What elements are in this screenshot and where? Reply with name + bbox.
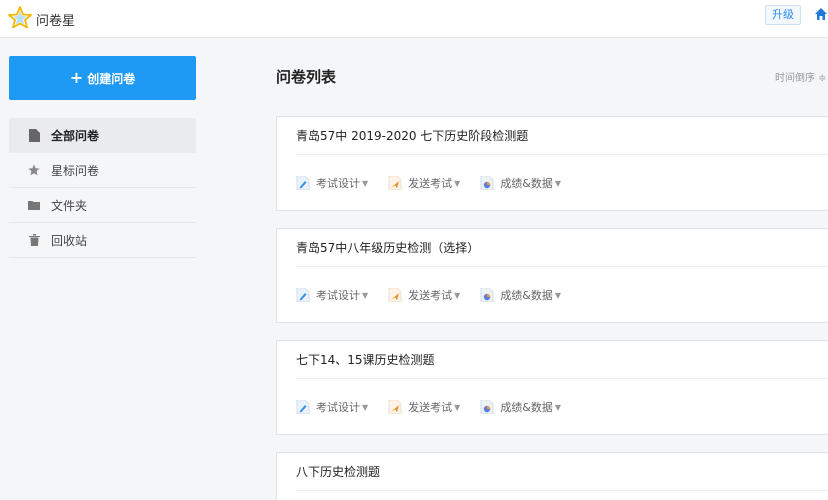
chevron-down-icon: ▼ — [454, 290, 461, 300]
divider — [296, 266, 828, 267]
sidebar-item-trash[interactable]: 回收站 — [9, 223, 196, 258]
sidebar-item-label: 全部问卷 — [51, 129, 100, 143]
exam-design-button[interactable]: 考试设计 ▼ — [296, 287, 368, 303]
exam-design-button[interactable]: 考试设计 ▼ — [296, 399, 368, 415]
create-survey-button[interactable]: + 创建问卷 — [9, 56, 196, 100]
action-label: 考试设计 — [316, 177, 360, 190]
send-exam-button[interactable]: 发送考试 ▼ — [388, 175, 460, 191]
action-label: 成绩&数据 — [500, 289, 553, 302]
chart-icon — [480, 400, 494, 414]
chevron-down-icon: ▼ — [554, 290, 562, 300]
sidebar-item-starred[interactable]: 星标问卷 — [9, 153, 196, 188]
results-data-button[interactable]: 成绩&数据 ▼ — [480, 399, 561, 415]
survey-card: 八下历史检测题 — [276, 452, 828, 500]
results-data-button[interactable]: 成绩&数据 ▼ — [480, 175, 561, 191]
page-title: 问卷列表 — [276, 68, 337, 86]
survey-card: 青岛57中八年级历史检测（选择） 考试设计 ▼ 发送考试 ▼ 成绩&数据 ▼ — [276, 228, 828, 323]
action-label: 发送考试 — [408, 177, 453, 190]
pencil-icon — [296, 176, 310, 190]
action-label: 考试设计 — [316, 289, 360, 302]
sort-dropdown[interactable]: 时间倒序 ≑ — [775, 69, 827, 84]
sidebar-item-label: 文件夹 — [51, 198, 88, 213]
sidebar-item-folders[interactable]: 文件夹 — [9, 188, 196, 223]
send-icon — [388, 288, 402, 302]
chevron-down-icon: ▼ — [454, 178, 461, 188]
sidebar-item-all-surveys[interactable]: 全部问卷 — [9, 118, 196, 153]
action-label: 成绩&数据 — [500, 401, 553, 414]
sidebar-nav: 全部问卷 星标问卷 文件夹 回收站 — [9, 118, 196, 258]
survey-actions: 考试设计 ▼ 发送考试 ▼ 成绩&数据 ▼ — [296, 175, 581, 191]
pencil-icon — [296, 288, 310, 302]
create-survey-label: 创建问卷 — [87, 71, 136, 86]
survey-title[interactable]: 青岛57中 2019-2020 七下历史阶段检测题 — [296, 127, 528, 144]
chevron-down-icon: ▼ — [554, 178, 562, 188]
send-exam-button[interactable]: 发送考试 ▼ — [388, 287, 460, 303]
send-exam-button[interactable]: 发送考试 ▼ — [388, 399, 460, 415]
trash-icon — [27, 233, 41, 247]
upgrade-button[interactable]: 升级 — [765, 5, 801, 25]
app-logo[interactable]: 问卷星 — [8, 6, 75, 32]
star-logo-icon — [8, 6, 32, 32]
send-icon — [388, 176, 402, 190]
action-label: 发送考试 — [408, 401, 453, 414]
document-icon — [27, 129, 41, 143]
survey-title[interactable]: 青岛57中八年级历史检测（选择） — [296, 239, 479, 256]
exam-design-button[interactable]: 考试设计 ▼ — [296, 175, 368, 191]
results-data-button[interactable]: 成绩&数据 ▼ — [480, 287, 561, 303]
star-icon — [27, 163, 41, 177]
divider — [296, 154, 828, 155]
chevron-down-icon: ▼ — [362, 290, 369, 300]
plus-icon: + — [69, 68, 84, 87]
survey-actions: 考试设计 ▼ 发送考试 ▼ 成绩&数据 ▼ — [296, 399, 581, 415]
send-icon — [388, 400, 402, 414]
chevron-down-icon: ▼ — [362, 402, 369, 412]
home-icon[interactable] — [814, 6, 828, 25]
pencil-icon — [296, 400, 310, 414]
chevron-down-icon: ▼ — [362, 178, 369, 188]
sidebar: + 创建问卷 全部问卷 星标问卷 文件夹 回收站 — [0, 38, 210, 500]
action-label: 成绩&数据 — [500, 177, 553, 190]
chevron-down-icon: ▼ — [554, 402, 562, 412]
app-name: 问卷星 — [36, 13, 76, 29]
survey-card: 七下14、15课历史检测题 考试设计 ▼ 发送考试 ▼ 成绩&数据 ▼ — [276, 340, 828, 435]
survey-title[interactable]: 八下历史检测题 — [296, 463, 380, 480]
chart-icon — [480, 176, 494, 190]
top-bar: 问卷星 升级 — [0, 0, 828, 38]
divider — [296, 378, 828, 379]
chevron-down-icon: ▼ — [454, 402, 461, 412]
divider — [296, 490, 828, 491]
sidebar-item-label: 回收站 — [51, 233, 88, 248]
survey-title[interactable]: 七下14、15课历史检测题 — [296, 351, 435, 368]
sidebar-item-label: 星标问卷 — [51, 163, 100, 178]
chart-icon — [480, 288, 494, 302]
folder-icon — [27, 198, 41, 212]
survey-actions: 考试设计 ▼ 发送考试 ▼ 成绩&数据 ▼ — [296, 287, 581, 303]
survey-card: 青岛57中 2019-2020 七下历史阶段检测题 考试设计 ▼ 发送考试 ▼ 成绩… — [276, 116, 828, 211]
action-label: 发送考试 — [408, 289, 453, 302]
action-label: 考试设计 — [316, 401, 360, 414]
